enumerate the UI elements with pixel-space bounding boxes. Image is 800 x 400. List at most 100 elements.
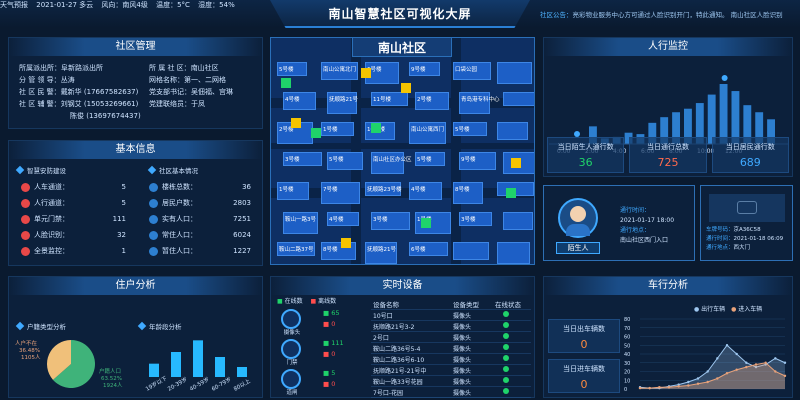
device-table-header: 设备名称 设备类型 在线状态 [371, 299, 531, 310]
household-title: 住户分析 [9, 277, 262, 295]
vehicle-point [706, 370, 709, 373]
vehicle-point [716, 377, 719, 380]
kv-label: 社 区 民 警： [19, 88, 61, 96]
online-legend: 在线数 [284, 298, 303, 305]
camera-marker-icon[interactable] [361, 68, 371, 78]
kv-row: 社 区 辅 警：刘钢艾 (15053269661) [19, 98, 141, 110]
community-subhead-label: 社区基本情况 [159, 167, 198, 175]
map-label: 4号楼 [285, 97, 300, 103]
offline-count: 0 [331, 320, 336, 328]
device-row[interactable]: 鞍山二路36号5-4 摄像头 [371, 343, 531, 354]
household-panel: 住户分析 户籍类型分析 年龄段分析 人户不在 36.48% 1105人 户籍人口 63.… [8, 276, 263, 398]
device-type: 摄像头 [453, 345, 472, 353]
in-vehicle-card: 当日进车辆数 0 [548, 359, 620, 393]
info-icon [21, 230, 30, 240]
security-subhead: 智慧安防建设 [15, 165, 66, 175]
community-mgmt-right: 所 属 社 区：南山社区 网格名称：第一、二网格 党支部书记：吴佃福、宫琳 党建联络员… [149, 62, 233, 110]
age-tick: 80以上 [232, 377, 252, 393]
household-pie-chart: 人户不在36.48%1105人户籍人口63.52%1924人 [15, 339, 123, 389]
basic-info-title: 基本信息 [9, 141, 262, 159]
device-name: 抚顺路21号-21号中 [373, 367, 427, 375]
info-value: 1 [121, 247, 126, 255]
stranger-label: 陌生人 [556, 242, 600, 254]
info-label: 单元门禁： [34, 215, 69, 223]
stat-value: 36 [578, 156, 593, 169]
device-type: 摄像头 [453, 323, 472, 331]
map-label: 5号楼 [455, 127, 470, 133]
camera-marker-icon[interactable] [421, 218, 431, 228]
online-count: 5 [331, 369, 336, 377]
camera-marker-icon[interactable] [371, 123, 381, 133]
kv-value: 第一、二网格 [184, 76, 226, 84]
camera-marker-icon[interactable] [341, 238, 351, 248]
age-bar [171, 352, 181, 377]
stat-label: 当日通行总数 [646, 143, 689, 151]
in-vehicle-value: 0 [580, 378, 588, 391]
community-map[interactable]: 5号楼 4号楼 2号楼 3号楼 1号楼 鞍山一路3号 鞍山二路37号 南山公寓北门 抚顺路21号… [270, 37, 535, 265]
camera-marker-icon[interactable] [291, 118, 301, 128]
plate: 京A36C58 [733, 227, 761, 233]
notice-bar: 社区公告：亮彩物业服务中心方可通过人脸识别开门，特此通知。 南山社区人脸识别 [540, 9, 795, 19]
stat-label: 当日陌生人通行数 [557, 143, 614, 151]
device-group[interactable]: 门禁 ■ 111 ■ 0 [275, 337, 370, 366]
vehicle-ytick: 80 [624, 317, 630, 323]
camera-marker-icon[interactable] [311, 128, 321, 138]
device-name: 鞍山一路33号花园 [373, 378, 423, 386]
vehicle-panel: 车行分析 当日出车辆数 0 当日进车辆数 0 ● 出行车辆 ● 进入车辆 0 10… [543, 276, 793, 398]
info-label: 全景监控： [34, 247, 69, 255]
device-row[interactable]: 鞍山二路36号6-10 摄像头 [371, 354, 531, 365]
device-group[interactable]: 摄像头 ■ 65 ■ 0 [275, 307, 370, 336]
kv-row: 陈俊 (13697674437) [19, 110, 141, 122]
camera-marker-icon[interactable] [401, 83, 411, 93]
age-bar [237, 367, 247, 377]
device-group[interactable]: 道闸 ■ 5 ■ 0 [275, 367, 370, 396]
device-row[interactable]: 抚顺路21号3-2 摄像头 [371, 321, 531, 332]
device-name: 鞍山二路36号5-4 [373, 345, 421, 353]
device-icon [281, 309, 301, 329]
device-row[interactable]: 7号口-花园 摄像头 [371, 387, 531, 398]
vehicle-ytick: 20 [624, 370, 630, 376]
vehicle-point [667, 386, 671, 389]
info-row: 全景监控： 1 [21, 243, 126, 259]
pie-subhead: 户籍类型分析 [15, 321, 66, 331]
info-value: 7251 [233, 215, 251, 223]
device-row[interactable]: 鞍山一路33号花园 摄像头 [371, 376, 531, 387]
device-row[interactable]: 10号口 摄像头 [371, 310, 531, 321]
pie-label: 人户不在 [15, 339, 38, 347]
pedestrian-marker [721, 75, 728, 81]
map-label: 鞍山二路37号 [279, 247, 314, 253]
camera-marker-icon[interactable] [281, 78, 291, 88]
community-mgmt-panel: 社区管理 所属派出所：阜新路派出所分 管 领 导：丛涛社 区 民 警：戴新华 (… [8, 37, 263, 129]
map-label: 南山社区办公区 [373, 157, 412, 163]
info-label: 暂住人口： [162, 247, 197, 255]
vehicle-point [677, 385, 680, 388]
info-row: 人行通道： 5 [21, 195, 126, 211]
age-bar [193, 340, 203, 377]
info-value: 32 [117, 231, 126, 239]
vehicle-point [764, 361, 767, 364]
device-name: 10号口 [373, 312, 393, 320]
camera-marker-icon[interactable] [511, 158, 521, 168]
age-bar [215, 357, 225, 377]
online-status-icon [503, 333, 509, 339]
wind: 风向：南风4级 [101, 1, 148, 9]
map-label: 4号楼 [329, 217, 344, 223]
vehicle-point [687, 380, 690, 384]
info-value: 36 [242, 183, 251, 191]
device-name: 鞍山二路36号6-10 [373, 356, 425, 364]
car-place: 西大门 [733, 245, 751, 251]
map-label: 9号楼 [411, 67, 426, 73]
map-label: 9号楼 [461, 157, 476, 163]
device-row[interactable]: 2号口 摄像头 [371, 332, 531, 343]
device-name: 抚顺路21号3-2 [373, 323, 415, 331]
kv-row: 分 管 领 导：丛涛 [19, 74, 141, 86]
info-row: 实有人口： 7251 [149, 211, 251, 227]
pie-label: 1105人 [21, 354, 41, 361]
camera-marker-icon[interactable] [506, 188, 516, 198]
kv-row: 社 区 民 警：戴新华 (17667582637) [19, 86, 141, 98]
map-label: 抚顺路23号楼 [367, 187, 402, 193]
device-row[interactable]: 抚顺路21号-21号中 摄像头 [371, 365, 531, 376]
notice-text: 亮彩物业服务中心方可通过人脸识别开门，特此通知。 南山社区人脸识别 [572, 11, 783, 19]
map-label: 南山公寓西门 [411, 127, 445, 133]
kv-value: 南山社区 [190, 64, 219, 72]
